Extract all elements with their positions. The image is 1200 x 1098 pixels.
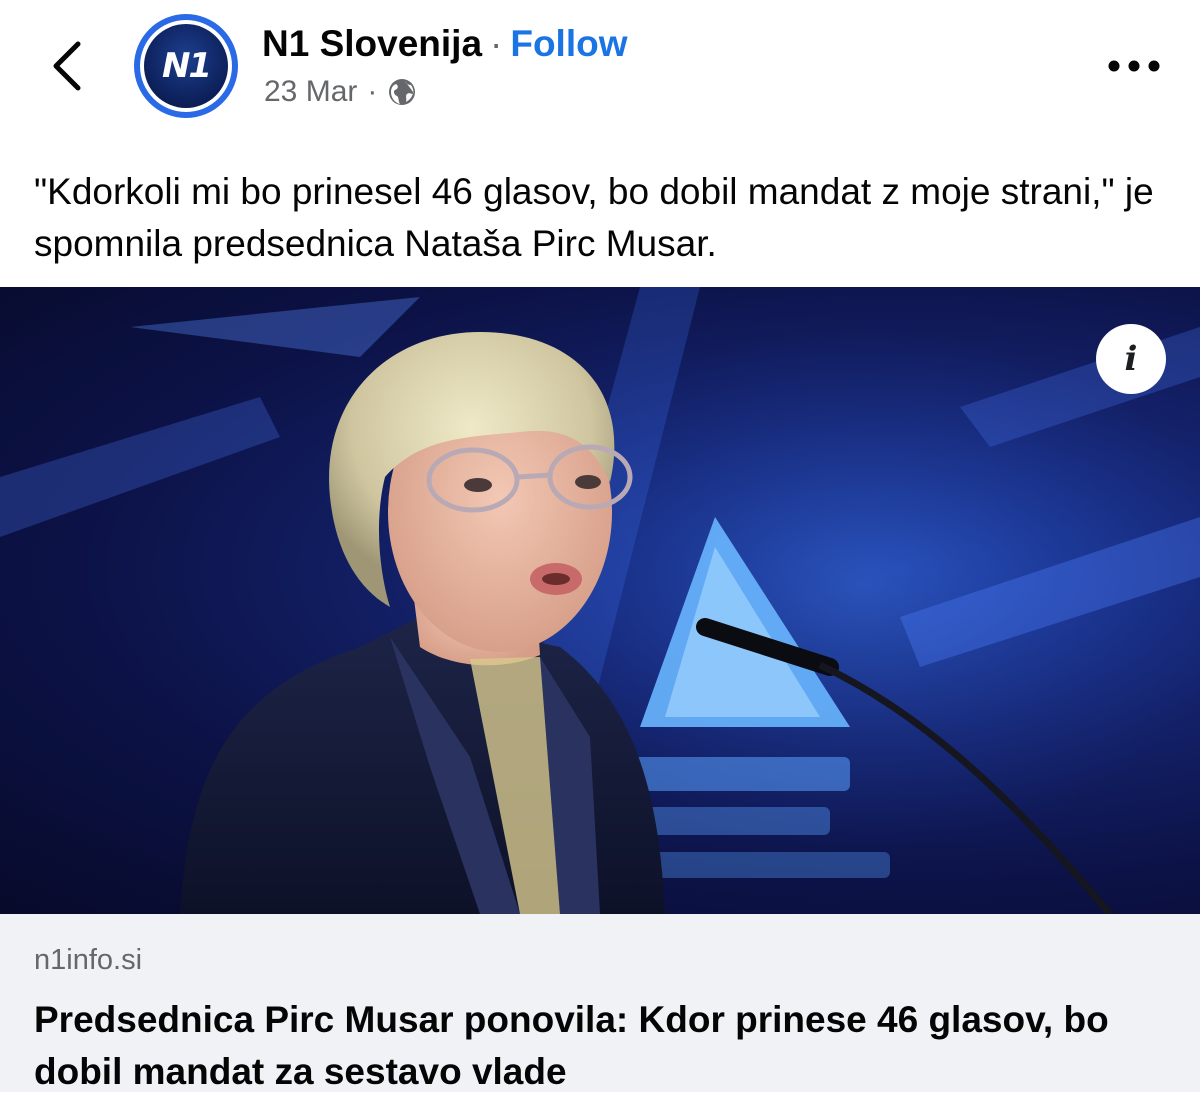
info-button[interactable]: i <box>1096 324 1166 394</box>
chevron-left-icon <box>53 41 81 91</box>
page-name[interactable]: N1 Slovenija <box>262 23 482 64</box>
link-headline[interactable]: Predsednica Pirc Musar ponovila: Kdor pr… <box>34 994 1154 1098</box>
post-meta: 23 Mar · <box>264 72 417 112</box>
meta-separator: · <box>367 75 378 108</box>
page-name-row: N1 Slovenija · Follow <box>262 22 628 66</box>
post-date[interactable]: 23 Mar <box>264 75 357 109</box>
info-icon: i <box>1124 339 1138 379</box>
globe-icon <box>389 79 416 105</box>
more-options-button[interactable] <box>1104 46 1164 86</box>
link-preview-card[interactable]: n1info.si Predsednica Pirc Musar ponovil… <box>0 914 1200 1092</box>
link-domain: n1info.si <box>34 944 143 976</box>
photo-illustration <box>0 287 1200 914</box>
page-avatar[interactable]: N1 <box>134 14 238 118</box>
avatar-logo-text: N1 <box>161 46 212 86</box>
back-button[interactable] <box>38 38 94 94</box>
follow-button[interactable]: Follow <box>510 23 627 64</box>
post-photo[interactable]: i <box>0 287 1200 914</box>
post-header: N1 N1 Slovenija · Follow 23 Mar · <box>0 0 1200 140</box>
name-separator: · <box>490 23 503 64</box>
more-horizontal-icon <box>1108 60 1160 72</box>
post-caption: "Kdorkoli mi bo prinesel 46 glasov, bo d… <box>34 171 1154 264</box>
